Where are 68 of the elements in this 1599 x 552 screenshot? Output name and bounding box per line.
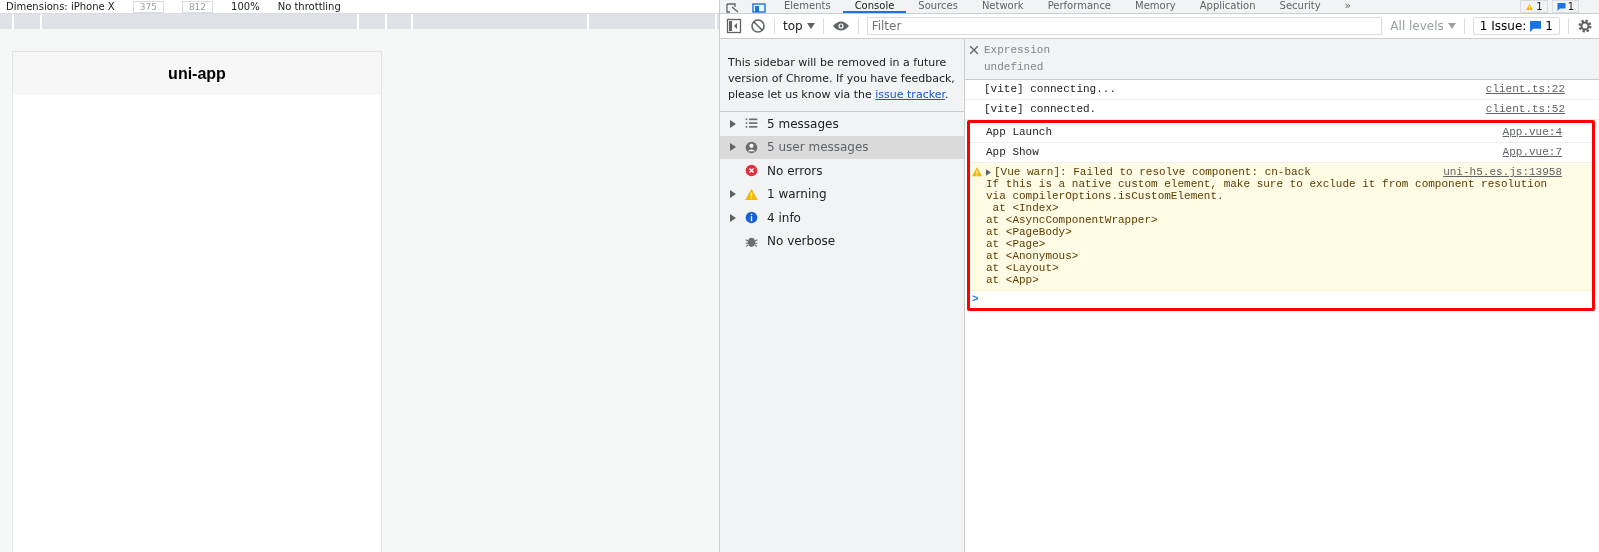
- source-link[interactable]: App.vue:4: [1502, 126, 1562, 139]
- devtools-tab[interactable]: Performance: [1035, 0, 1124, 13]
- sidebar-filter-item[interactable]: 5 user messages: [720, 135, 964, 159]
- caret-icon: [1447, 23, 1456, 29]
- expand-triangle-icon[interactable]: [986, 168, 991, 176]
- sidebar-notice: This sidebar will be removed in a future version of Chrome. If you have feedback, please let us know via the issue tracker.: [720, 39, 964, 112]
- sidebar-filter-item[interactable]: No verbose: [720, 229, 964, 253]
- console-message: [vite] connected.: [984, 103, 1097, 116]
- warning-icon: [971, 166, 983, 178]
- device-dropdown[interactable]: Dimensions: iPhone X: [6, 1, 115, 12]
- devtools-tab[interactable]: Sources: [906, 0, 970, 13]
- warning-count-badge[interactable]: 1: [1520, 0, 1548, 13]
- devtools-tab[interactable]: Security: [1267, 0, 1333, 13]
- sidebar-filter-item[interactable]: 5 messages: [720, 112, 964, 136]
- more-tabs-button[interactable]: »: [1332, 0, 1363, 13]
- error-icon: [744, 163, 759, 179]
- stack-trace-line: at <Layout>: [985, 262, 1060, 274]
- expand-triangle-icon[interactable]: [730, 190, 736, 199]
- expand-triangle-icon[interactable]: [730, 119, 736, 128]
- device-toggle-icon[interactable]: [752, 3, 766, 13]
- info-icon: [744, 210, 759, 226]
- expression-label: Expression: [984, 44, 1051, 56]
- source-link[interactable]: uni-h5.es.js:13958: [1443, 166, 1562, 178]
- console-prompt[interactable]: >: [970, 291, 1592, 308]
- issues-button[interactable]: 1 Issue: 1: [1472, 17, 1560, 35]
- stack-trace-line: at <AsyncComponentWrapper>: [985, 214, 1159, 226]
- warning-icon: [744, 186, 759, 202]
- stack-trace-line: at <App>: [985, 274, 1040, 286]
- context-dropdown[interactable]: top: [783, 19, 815, 33]
- warning-icon: [1525, 2, 1535, 11]
- console-message: App Launch: [986, 126, 1052, 139]
- stack-trace-line: at <Page>: [985, 238, 1047, 250]
- stack-trace-line: at <PageBody>: [985, 226, 1073, 238]
- sidebar-filter-item[interactable]: 1 warning: [720, 182, 964, 206]
- console-message: App Show: [986, 146, 1039, 159]
- close-icon[interactable]: [970, 46, 978, 54]
- filter-field[interactable]: Filter: [866, 17, 1383, 35]
- expand-triangle-icon[interactable]: [730, 143, 736, 152]
- expression-value: undefined: [984, 61, 1045, 73]
- console-message: [vite] connecting...: [984, 83, 1117, 96]
- user-icon: [744, 139, 759, 155]
- expand-triangle-icon[interactable]: [730, 213, 736, 222]
- sidebar-filter-item[interactable]: 4 info: [720, 206, 964, 230]
- caret-icon: [806, 23, 815, 29]
- clear-console-icon[interactable]: [750, 18, 766, 34]
- message-icon: [1530, 20, 1542, 32]
- devtools-tab[interactable]: Memory: [1123, 0, 1188, 13]
- inspect-icon[interactable]: [726, 3, 740, 13]
- stack-trace-line: If this is a native custom element, make sure to exclude it from component resolution via compilerOptions.isCustomElement.: [985, 178, 1549, 202]
- sidebar-toggle-icon[interactable]: [726, 18, 742, 34]
- eye-icon[interactable]: [831, 20, 850, 32]
- devtools-tab[interactable]: Network: [969, 0, 1036, 13]
- page-title: uni-app: [168, 64, 226, 83]
- stack-trace-line: at <Anonymous>: [985, 250, 1080, 262]
- zoom-dropdown[interactable]: 100%: [231, 1, 260, 12]
- devtools-tab[interactable]: Application: [1187, 0, 1268, 13]
- warning-text: [Vue warn]: Failed to resolve component: cn-back: [994, 166, 1311, 178]
- settings-icon[interactable]: [1577, 18, 1593, 34]
- sidebar-filter-item[interactable]: No errors: [720, 159, 964, 183]
- source-link[interactable]: client.ts:22: [1485, 83, 1565, 96]
- message-count-badge[interactable]: 1: [1551, 0, 1579, 13]
- throttling-dropdown[interactable]: No throttling: [277, 1, 341, 12]
- message-icon: [1556, 2, 1566, 11]
- source-link[interactable]: App.vue:7: [1502, 146, 1562, 159]
- source-link[interactable]: client.ts:52: [1485, 103, 1565, 116]
- stack-trace-line: at <Index>: [991, 202, 1060, 214]
- issue-tracker-link[interactable]: issue tracker: [875, 88, 945, 101]
- devtools-tab[interactable]: Elements: [772, 0, 843, 13]
